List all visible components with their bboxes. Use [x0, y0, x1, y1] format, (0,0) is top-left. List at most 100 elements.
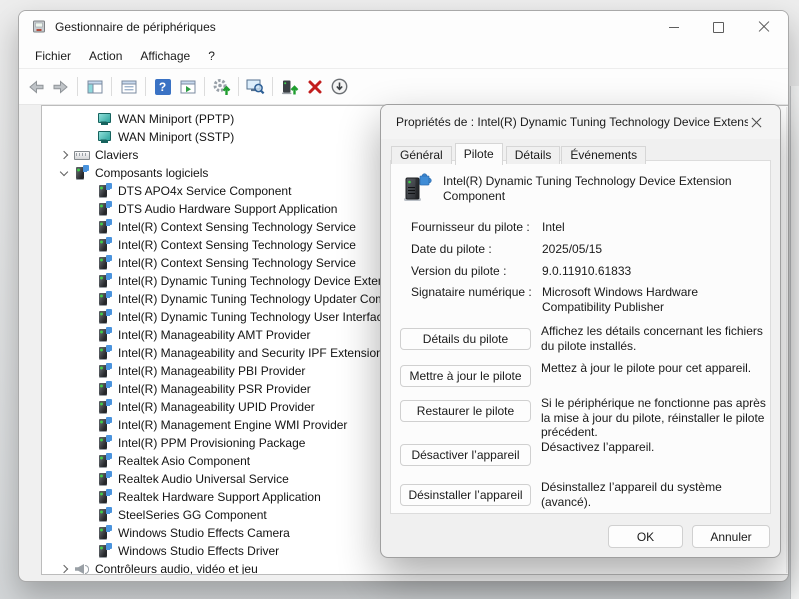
dialog-tabs: Général Pilote Détails Événements [391, 142, 647, 164]
device-type-icon [97, 129, 113, 145]
minimize-button[interactable] [651, 12, 696, 42]
expander-icon[interactable] [58, 167, 70, 179]
driver-action-description: Affichez les détails concernant les fich… [541, 324, 769, 353]
dialog-tab[interactable]: Événements [561, 146, 646, 164]
update-driver-button[interactable] [277, 75, 302, 99]
titlebar: Gestionnaire de périphériques [19, 11, 788, 43]
menu-item[interactable]: ? [199, 46, 224, 66]
tree-item-label: Intel(R) Manageability UPID Provider [118, 400, 315, 414]
tree-item-label: Intel(R) Management Engine WMI Provider [118, 418, 347, 432]
tree-item-label: Composants logiciels [95, 166, 208, 180]
tree-item-label: DTS APO4x Service Component [118, 184, 291, 198]
toolbar: ? [19, 69, 788, 105]
driver-action-description: Si le périphérique ne fonctionne pas apr… [541, 396, 769, 440]
show-console-tree-button[interactable] [82, 75, 107, 99]
cancel-button[interactable]: Annuler [692, 525, 770, 548]
action-pane-button[interactable] [175, 75, 200, 99]
toolbar-separator [272, 77, 273, 96]
toolbar-separator [204, 77, 205, 96]
driver-action-button[interactable]: Restaurer le pilote [400, 400, 531, 422]
device-type-icon [97, 111, 113, 127]
uninstall-device-icon [306, 78, 324, 96]
expander-icon[interactable] [58, 563, 70, 574]
action-pane-icon [179, 78, 197, 96]
tree-item-label: Intel(R) PPM Provisioning Package [118, 436, 305, 450]
minimize-icon [669, 27, 679, 28]
scan-hardware-icon [212, 77, 231, 96]
dialog-title: Propriétés de : Intel(R) Dynamic Tuning … [396, 115, 748, 129]
desktop: Gestionnaire de périphériques Fichier Ac… [0, 0, 799, 599]
show-console-tree-icon [86, 78, 104, 96]
help-button[interactable]: ? [150, 75, 175, 99]
field-value: Microsoft Windows Hardware Compatibility… [542, 285, 770, 315]
background-window-edge [790, 86, 799, 599]
tree-item-label: WAN Miniport (SSTP) [118, 130, 234, 144]
device-type-icon [74, 147, 90, 163]
driver-action-description: Mettez à jour le pilote pour cet apparei… [541, 361, 769, 376]
close-icon [758, 21, 770, 33]
driver-action-button[interactable]: Désactiver l’appareil [400, 444, 531, 466]
window-title: Gestionnaire de périphériques [55, 20, 216, 34]
forward-icon [52, 78, 70, 96]
dialog-tab[interactable]: Général [391, 146, 452, 164]
device-type-icon [97, 507, 113, 523]
close-button[interactable] [741, 12, 786, 42]
tree-item-label: Windows Studio Effects Driver [118, 544, 279, 558]
search-computer-button[interactable] [243, 75, 268, 99]
device-type-icon [97, 363, 113, 379]
caption-buttons [651, 12, 786, 42]
expander-icon[interactable] [58, 149, 70, 161]
driver-field-row: Date du pilote : 2025/05/15 [391, 242, 770, 258]
tree-item-label: Realtek Audio Universal Service [118, 472, 289, 486]
tree-item-label: Realtek Hardware Support Application [118, 490, 321, 504]
device-type-icon [74, 165, 90, 181]
menu-item[interactable]: Action [80, 46, 131, 66]
device-type-icon [97, 435, 113, 451]
tree-item-label: Intel(R) Manageability AMT Provider [118, 328, 311, 342]
driver-action-description: Désinstallez l’appareil du système (avan… [541, 480, 769, 509]
device-type-icon [97, 237, 113, 253]
tree-item[interactable]: Contrôleurs audio, vidéo et jeu [42, 560, 787, 574]
dialog-tab[interactable]: Pilote [455, 143, 503, 165]
device-type-icon [97, 453, 113, 469]
tree-item-label: DTS Audio Hardware Support Application [118, 202, 337, 216]
ok-button[interactable]: OK [608, 525, 683, 548]
device-type-icon [97, 471, 113, 487]
menu-item[interactable]: Affichage [131, 46, 199, 66]
toolbar-separator [111, 77, 112, 96]
device-type-icon [97, 309, 113, 325]
tree-item-label: Intel(R) Manageability PSR Provider [118, 382, 311, 396]
uninstall-device-button[interactable] [302, 75, 327, 99]
maximize-button[interactable] [696, 12, 741, 42]
field-label: Version du pilote : [411, 264, 506, 278]
driver-action-button[interactable]: Détails du pilote [400, 328, 531, 350]
tree-item-label: WAN Miniport (PPTP) [118, 112, 234, 126]
driver-field-row: Fournisseur du pilote : Intel [391, 220, 770, 236]
back-button[interactable] [23, 75, 48, 99]
driver-action-button[interactable]: Mettre à jour le pilote [400, 365, 531, 387]
driver-action-button[interactable]: Désinstaller l’appareil [400, 484, 531, 506]
field-value: 2025/05/15 [542, 242, 770, 257]
toolbar-separator [145, 77, 146, 96]
scan-hardware-button[interactable] [209, 75, 234, 99]
field-value: Intel [542, 220, 770, 235]
device-type-icon [97, 219, 113, 235]
dialog-tab[interactable]: Détails [506, 146, 561, 164]
field-value: 9.0.11910.61833 [542, 264, 770, 279]
device-type-icon [97, 255, 113, 271]
tree-scrollbar[interactable] [786, 107, 789, 573]
device-manager-icon [31, 19, 47, 35]
device-type-icon [97, 327, 113, 343]
forward-button[interactable] [48, 75, 73, 99]
tree-item-label: Claviers [95, 148, 138, 162]
dialog-titlebar: Propriétés de : Intel(R) Dynamic Tuning … [381, 105, 780, 139]
tree-item-label: Intel(R) Context Sensing Technology Serv… [118, 256, 356, 270]
tree-item-label: Intel(R) Dynamic Tuning Technology Updat… [118, 292, 422, 306]
close-icon [751, 117, 762, 128]
dialog-close-button[interactable] [740, 109, 772, 135]
disable-device-button[interactable] [327, 75, 352, 99]
tree-item-label: Intel(R) Context Sensing Technology Serv… [118, 220, 356, 234]
menu-item[interactable]: Fichier [26, 46, 80, 66]
menubar: Fichier Action Affichage ? [19, 43, 788, 69]
properties-button[interactable] [116, 75, 141, 99]
